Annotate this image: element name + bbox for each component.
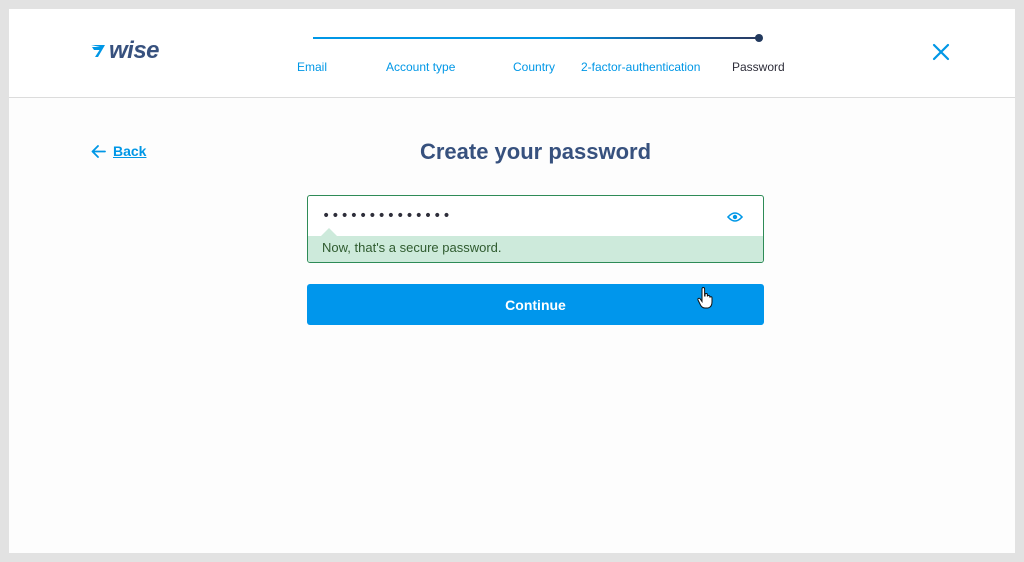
- password-field-group: Now, that's a secure password.: [307, 195, 764, 263]
- wise-logo[interactable]: wise: [89, 37, 160, 65]
- step-email[interactable]: Email: [297, 60, 327, 74]
- eye-icon[interactable]: [727, 211, 743, 223]
- password-input[interactable]: [308, 196, 763, 236]
- step-country[interactable]: Country: [513, 60, 555, 74]
- password-strength-hint: Now, that's a secure password.: [308, 236, 763, 262]
- stepper-progress-line: [313, 37, 756, 39]
- continue-button[interactable]: Continue: [307, 284, 764, 325]
- wise-wordmark: wise: [109, 37, 160, 64]
- page-frame: wise Email Account type Country 2-factor…: [9, 9, 1015, 553]
- hint-caret: [321, 228, 337, 236]
- hand-cursor-icon: [697, 287, 713, 309]
- page-title: Create your password: [419, 139, 652, 164]
- stepper-current-dot: [755, 34, 763, 42]
- step-password: Password: [732, 60, 785, 74]
- step-2fa[interactable]: 2-factor-authentication: [581, 60, 700, 74]
- wise-flag-icon: [91, 45, 105, 57]
- step-account-type[interactable]: Account type: [386, 60, 455, 74]
- close-icon[interactable]: [931, 42, 951, 62]
- progress-stepper: Email Account type Country 2-factor-auth…: [289, 27, 809, 87]
- top-header: wise Email Account type Country 2-factor…: [9, 9, 1015, 98]
